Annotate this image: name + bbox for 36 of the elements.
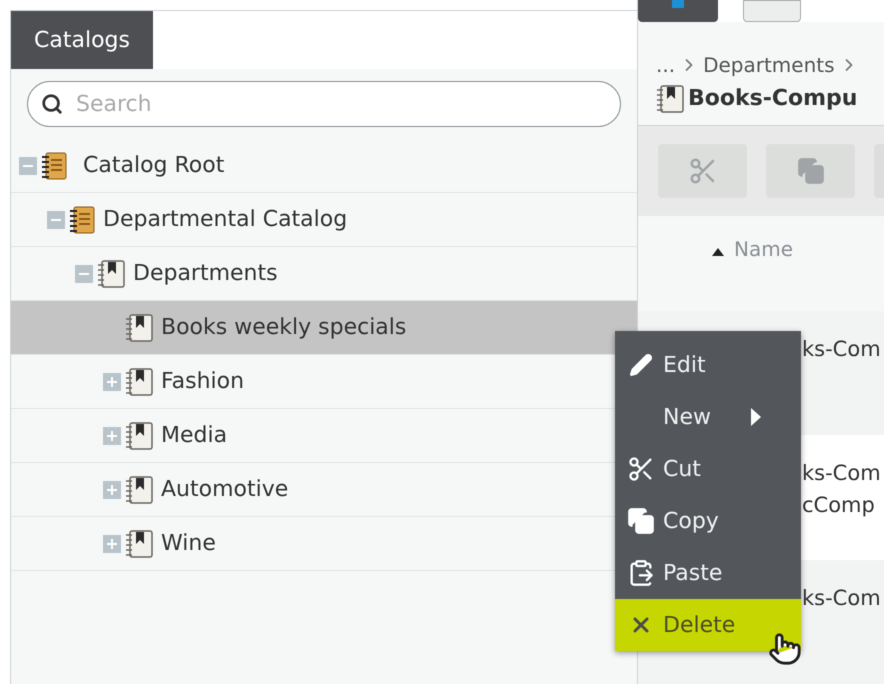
table-cell-text: ks-Com (802, 584, 882, 612)
pencil-icon (629, 353, 653, 377)
collapse-icon[interactable] (75, 264, 93, 282)
menu-item[interactable]: Delete (615, 599, 801, 651)
notebook-icon (656, 84, 684, 112)
book-icon (41, 152, 67, 180)
notebook-icon (97, 260, 125, 288)
tree-item[interactable]: Books weekly specials (11, 301, 637, 355)
copy-icon (627, 507, 655, 535)
breadcrumb-link[interactable]: ... (656, 50, 676, 80)
book-icon (69, 206, 95, 234)
notebook-icon (125, 422, 153, 450)
view-button[interactable] (743, 0, 801, 22)
hand-cursor-icon (768, 632, 802, 666)
expand-icon[interactable] (103, 480, 121, 498)
expand-icon[interactable] (103, 426, 121, 444)
notebook-icon (125, 476, 153, 504)
search-icon (41, 93, 63, 115)
breadcrumb-link[interactable]: Departments (703, 50, 835, 80)
collapse-icon[interactable] (47, 210, 65, 228)
collapse-icon[interactable] (19, 156, 37, 174)
expand-icon[interactable] (103, 534, 121, 552)
table-cell-text: ks-Com (802, 336, 882, 364)
copy-button[interactable] (766, 144, 855, 198)
notebook-icon (125, 368, 153, 396)
catalogs-tab[interactable]: Catalogs (11, 11, 153, 69)
view-button[interactable] (638, 0, 718, 22)
page-title: Books-Compu (688, 85, 858, 113)
table-cell-text: cComp (802, 492, 876, 520)
notebook-icon (125, 314, 153, 342)
notebook-icon (125, 530, 153, 558)
expand-icon[interactable] (103, 372, 121, 390)
table-cell-text: ks-Com (802, 460, 882, 488)
cut-button[interactable] (658, 144, 747, 198)
search-field[interactable]: Search (27, 81, 621, 127)
copy-icon (796, 157, 824, 186)
